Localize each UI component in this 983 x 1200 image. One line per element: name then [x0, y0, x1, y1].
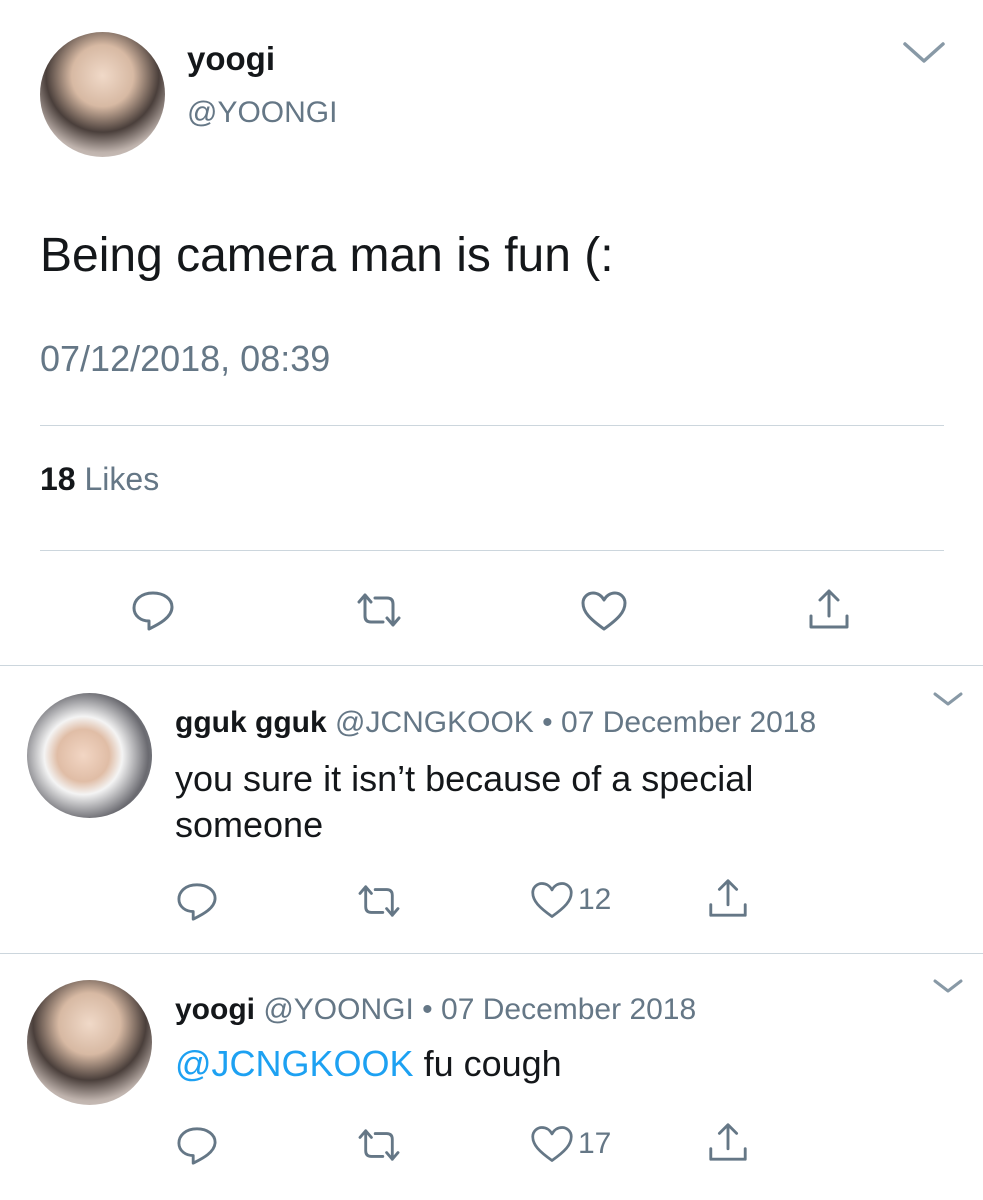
retweet-icon[interactable]: [354, 1126, 404, 1164]
like-button[interactable]: 17: [530, 1124, 611, 1164]
reply-author-handle[interactable]: @JCNGKOOK: [335, 706, 534, 739]
chevron-down-icon[interactable]: [902, 40, 946, 66]
separator: •: [542, 706, 553, 739]
separator: •: [422, 993, 433, 1026]
divider: [0, 953, 983, 954]
like-button[interactable]: 12: [530, 880, 611, 920]
reply-date[interactable]: 07 December 2018: [441, 993, 696, 1026]
avatar[interactable]: [27, 980, 152, 1105]
mention-link[interactable]: @JCNGKOOK: [175, 1043, 414, 1084]
reply-text-line: you sure it isn’t because of a special: [175, 758, 754, 799]
share-icon[interactable]: [706, 1120, 750, 1164]
tweet-timestamp: 07/12/2018, 08:39: [40, 338, 331, 379]
like-icon[interactable]: [580, 590, 628, 632]
like-count: 17: [578, 1127, 612, 1160]
reply-header: gguk gguk @JCNGKOOK • 07 December 2018: [175, 706, 816, 740]
reply-icon[interactable]: [130, 590, 176, 632]
divider: [40, 550, 944, 551]
reply-author-name[interactable]: gguk gguk: [175, 706, 327, 739]
divider: [0, 665, 983, 666]
like-count: 12: [578, 883, 612, 916]
reply-date[interactable]: 07 December 2018: [561, 706, 816, 739]
share-icon[interactable]: [706, 876, 750, 920]
retweet-icon[interactable]: [354, 882, 404, 920]
likes-label: Likes: [84, 461, 160, 497]
chevron-down-icon[interactable]: [932, 690, 964, 708]
chevron-down-icon[interactable]: [932, 977, 964, 995]
likes-stat[interactable]: 18 Likes: [40, 461, 159, 498]
avatar[interactable]: [40, 32, 165, 157]
reply-icon[interactable]: [175, 882, 219, 922]
reply-text: you sure it isn’t because of a special s…: [175, 756, 753, 848]
tweet-text: Being camera man is fun (:: [40, 229, 614, 282]
divider: [40, 425, 944, 426]
avatar[interactable]: [27, 693, 152, 818]
author-name[interactable]: yoogi: [187, 40, 275, 78]
author-handle[interactable]: @YOONGI: [187, 96, 337, 130]
like-icon: [530, 1124, 574, 1164]
likes-count: 18: [40, 461, 76, 497]
reply-text: @JCNGKOOK fu cough: [175, 1041, 562, 1087]
like-icon: [530, 880, 574, 920]
reply-icon[interactable]: [175, 1126, 219, 1166]
reply-header: yoogi @YOONGI • 07 December 2018: [175, 993, 696, 1027]
share-icon[interactable]: [806, 586, 852, 632]
reply-text-line: someone: [175, 804, 324, 845]
reply-text-body: fu cough: [413, 1043, 562, 1084]
reply-author-name[interactable]: yoogi: [175, 993, 255, 1026]
retweet-icon[interactable]: [353, 590, 405, 630]
reply-author-handle[interactable]: @YOONGI: [263, 993, 413, 1026]
